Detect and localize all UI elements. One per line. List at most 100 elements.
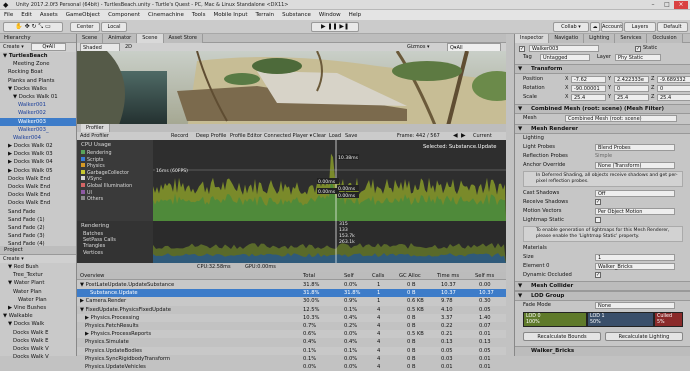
table-row[interactable]: ▼ PostLateUpdate.UpdateSubstance 31.8% 0.0… <box>77 281 506 289</box>
tab-lighting[interactable]: Lighting <box>584 34 616 43</box>
tab-navigation[interactable]: Navigatio <box>549 34 585 43</box>
project-create-button[interactable]: Create ▾ <box>3 256 24 262</box>
project-item[interactable]: Docks Walk V <box>0 353 76 361</box>
project-item[interactable]: ▶ Vine Bushes <box>0 304 76 312</box>
gizmos-dropdown[interactable]: Gizmos ▾ <box>407 43 430 51</box>
close-icon[interactable]: × <box>674 1 688 9</box>
active-checkbox[interactable]: ✓ <box>519 46 525 52</box>
mesh-collider-foldout-icon[interactable]: ▼ <box>518 282 522 291</box>
fade-mode-dropdown[interactable]: None <box>595 302 675 309</box>
project-item[interactable]: Docks Walk V <box>0 345 76 353</box>
clear-button[interactable]: Clear <box>313 132 326 140</box>
menu-cinemachine[interactable]: Cinemachine <box>144 10 188 18</box>
project-item[interactable]: ▼ Water Plant <box>0 279 76 287</box>
mesh-renderer-header[interactable]: ▼ Mesh Renderer <box>515 124 690 134</box>
mesh-filter-header[interactable]: ▼ Combined Mesh (root: scene) (Mesh Filte… <box>515 104 690 114</box>
lod-level-2[interactable]: Culled 5% <box>654 312 683 327</box>
mesh-renderer-foldout-icon[interactable]: ▼ <box>518 125 522 134</box>
hierarchy-item[interactable]: Meeting Zone <box>0 60 76 68</box>
table-row[interactable]: ▶ Camera.Render 30.0% 0.9% 1 0.6 KB 9.78 0.30 <box>77 297 506 305</box>
table-row[interactable]: ▶ Physics.Processing 10.3% 0.4% 4 0 B 3.37 1.4… <box>77 314 506 322</box>
hierarchy-tab[interactable]: Hierarchy <box>0 34 76 43</box>
legend-item[interactable]: UI <box>77 189 153 197</box>
tab-asset-store[interactable]: Asset Store <box>163 34 203 43</box>
hierarchy-item[interactable]: Sand Fade (3) <box>0 232 76 240</box>
hierarchy-item[interactable]: ▼ Docks Walk 01 <box>0 93 76 101</box>
mesh-collider-header[interactable]: ▼ Mesh Collider <box>515 281 690 291</box>
mesh-field[interactable]: Combined Mesh (root: scene) <box>565 115 677 122</box>
dynamic-occluded-checkbox[interactable]: ✓ <box>595 272 601 278</box>
deep-profile-button[interactable]: Deep Profile <box>196 132 226 140</box>
hierarchy-item[interactable]: Walker001 <box>0 101 76 109</box>
cpu-usage-legend[interactable]: CPU Usage Rendering Scripts Physics Garbage… <box>77 140 153 221</box>
current-frame-button[interactable]: Current <box>473 132 492 140</box>
hierarchy-item[interactable]: ▶ Docks Walk 04 <box>0 158 76 166</box>
col-overview[interactable]: Overview <box>80 272 104 280</box>
col-time-ms[interactable]: Time ms <box>437 272 459 280</box>
project-item[interactable]: Water Plan <box>0 288 76 296</box>
hierarchy-item[interactable]: Sand Fade <box>0 208 76 216</box>
col-self[interactable]: Self <box>344 272 354 280</box>
project-item[interactable]: ▼ Docks Walk <box>0 320 76 328</box>
hierarchy-item[interactable]: ▶ Docks Walk 03 <box>0 150 76 158</box>
receive-shadows-checkbox[interactable]: ✓ <box>595 199 601 205</box>
profile-editor-button[interactable]: Profile Editor <box>230 132 262 140</box>
hierarchy-item[interactable]: Docks Walk End <box>0 183 76 191</box>
hierarchy-item[interactable]: Docks Walk End <box>0 191 76 199</box>
add-profiler-dropdown[interactable]: Add Profiler <box>80 132 109 140</box>
cpu-usage-graph[interactable]: 16ms (60FPS)10.38ms0.00ms0.00ms0.00ms0.0… <box>153 140 506 221</box>
static-checkbox[interactable]: ✓ <box>635 46 641 52</box>
tab-profiler[interactable]: Profiler <box>81 124 110 132</box>
material-element-field[interactable]: Walker_Bricks <box>595 263 675 270</box>
transform-tools[interactable]: ✋ ✥ ↻ ⤡ ▭ <box>3 22 63 32</box>
project-item[interactable]: Tree_Textur <box>0 271 76 279</box>
transform-value-field[interactable]: 25.4 <box>657 94 690 101</box>
save-button[interactable]: Save <box>345 132 357 140</box>
hierarchy-create-button[interactable]: Create ▾ <box>3 44 24 50</box>
layout-dropdown[interactable]: Default <box>657 22 688 32</box>
hierarchy-item[interactable]: ▼ TurtlesBeach <box>0 52 76 60</box>
rendering-graph[interactable]: 315133153.7k263.1k <box>153 221 506 263</box>
materials-size-field[interactable]: 1 <box>595 254 675 261</box>
transform-value-field[interactable]: -9.689332 <box>657 76 690 83</box>
hierarchy-item[interactable]: Walker002 <box>0 109 76 117</box>
table-row[interactable]: Substance.Update 31.8% 31.8% 1 0 B 10.37 10.37 <box>77 289 506 298</box>
table-row[interactable]: Physics.UpdateBodies 0.1% 0.1% 4 0 B 0.05 0.05 <box>77 347 506 355</box>
menu-tools[interactable]: Tools <box>188 10 210 18</box>
transform-value-field[interactable]: 25.4 <box>614 94 649 101</box>
lod-group-header[interactable]: ▼ LOD Group <box>515 291 690 301</box>
frame-prev-icon[interactable]: ◀ <box>453 132 458 140</box>
pivot-toggle[interactable]: Center <box>70 22 100 32</box>
anchor-override-field[interactable]: None (Transform) <box>595 162 675 169</box>
legend-item[interactable]: GarbageCollector <box>77 169 153 177</box>
tab-scene-1[interactable]: Scene <box>77 34 104 43</box>
project-item[interactable]: Water Plan <box>0 296 76 304</box>
legend-item[interactable]: Rendering <box>77 150 153 157</box>
materials-foldout[interactable]: Materials <box>515 244 690 253</box>
record-button[interactable]: Record <box>171 132 188 140</box>
tab-occlusion[interactable]: Occlusion <box>647 34 683 43</box>
table-row[interactable]: Physics.UpdateVehicles 0.0% 0.0% 4 0 B 0.01 0.… <box>77 363 506 371</box>
table-row[interactable]: Physics.FetchResults 0.7% 0.2% 4 0 B 0.22 0.07 <box>77 322 506 331</box>
menu-gameobject[interactable]: GameObject <box>62 10 104 18</box>
account-dropdown[interactable]: Account <box>601 22 623 32</box>
tab-services[interactable]: Services <box>615 34 648 43</box>
hierarchy-item[interactable]: Rocking Boat <box>0 68 76 76</box>
menu-window[interactable]: Window <box>315 10 345 18</box>
project-item[interactable]: ▼ Walkable <box>0 312 76 320</box>
hierarchy-item[interactable]: Planks and Plants <box>0 77 76 85</box>
hierarchy-item[interactable]: Sand Fade (1) <box>0 216 76 224</box>
object-name-field[interactable]: Walker003 <box>529 45 599 52</box>
layer-dropdown[interactable]: Phy Static <box>615 54 661 61</box>
project-item[interactable]: Docks Walk E <box>0 337 76 345</box>
hierarchy-item[interactable]: Walker003_ <box>0 126 76 134</box>
transform-value-field[interactable]: -7.62 <box>571 76 606 83</box>
load-button[interactable]: Load <box>329 132 341 140</box>
col-gc-alloc[interactable]: GC Alloc <box>399 272 421 280</box>
legend-item[interactable]: Physics <box>77 163 153 170</box>
hierarchy-item[interactable]: Docks Walk End <box>0 175 76 183</box>
legend-item[interactable]: Others <box>77 196 153 203</box>
layers-dropdown[interactable]: Layers <box>624 22 656 32</box>
2d-toggle[interactable]: 2D <box>125 43 132 51</box>
col-calls[interactable]: Calls <box>372 272 384 280</box>
